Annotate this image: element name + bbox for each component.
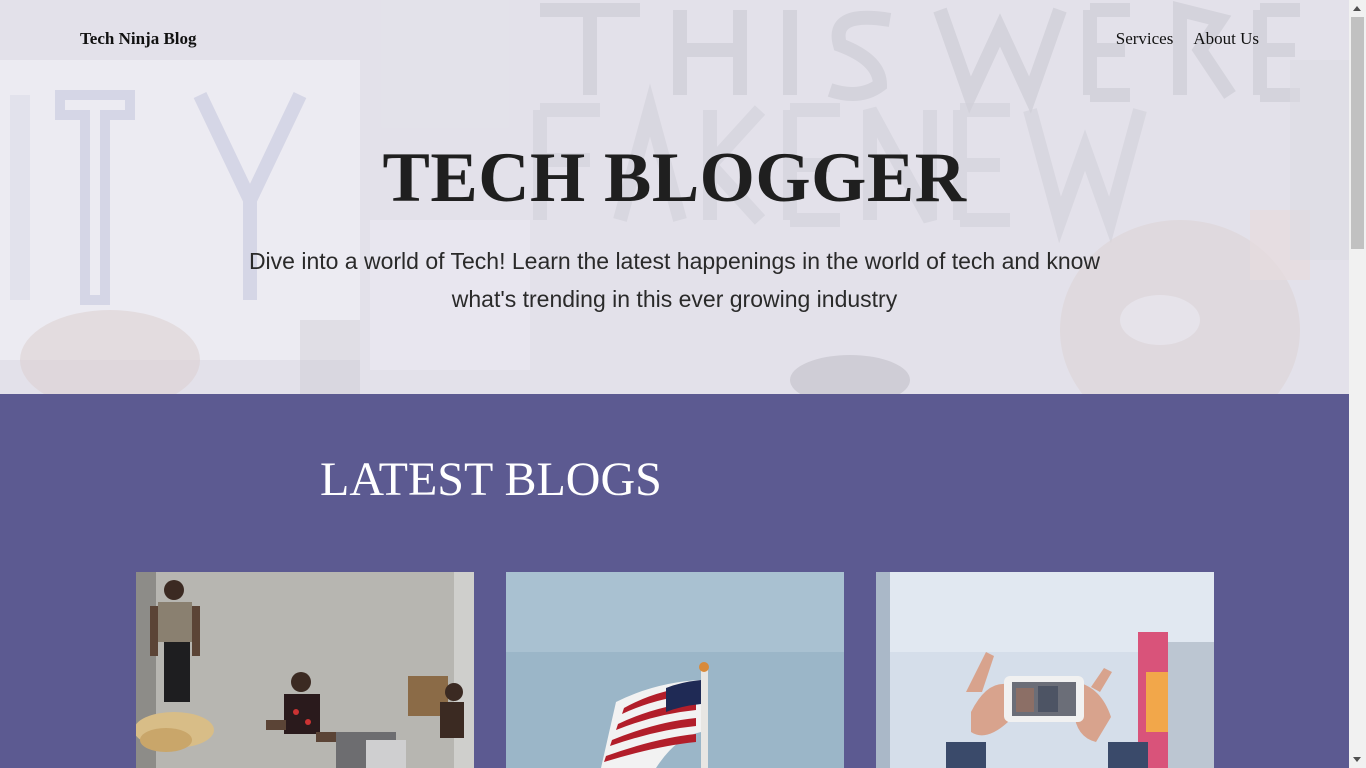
top-navbar: Tech Ninja Blog Services About Us [0,0,1349,78]
hero-subtitle: Dive into a world of Tech! Learn the lat… [248,248,1101,312]
blog-card-1-image[interactable] [136,572,474,768]
scroll-up-arrow-icon[interactable] [1349,0,1366,17]
page-scrollbar[interactable] [1349,0,1366,768]
blog-image-phone-photo [876,572,1214,768]
hero-title: TECH BLOGGER [382,139,967,217]
nav-link-services[interactable]: Services [1116,29,1174,49]
blog-card-3-image[interactable] [876,572,1214,768]
blog-image-us-flag [506,572,844,768]
nav-links: Services About Us [1116,29,1259,49]
blog-image-people-street [136,572,474,768]
hero-section: Tech Ninja Blog Services About Us TECH B… [0,0,1349,394]
brand-logo-text[interactable]: Tech Ninja Blog [80,29,197,49]
latest-blogs-section: LATEST BLOGS [0,394,1349,768]
blog-card-2-image[interactable] [506,572,844,768]
scrollbar-thumb[interactable] [1351,17,1364,249]
nav-link-about-us[interactable]: About Us [1193,29,1259,49]
scroll-down-arrow-icon[interactable] [1349,751,1366,768]
latest-blogs-heading: LATEST BLOGS [320,453,662,506]
